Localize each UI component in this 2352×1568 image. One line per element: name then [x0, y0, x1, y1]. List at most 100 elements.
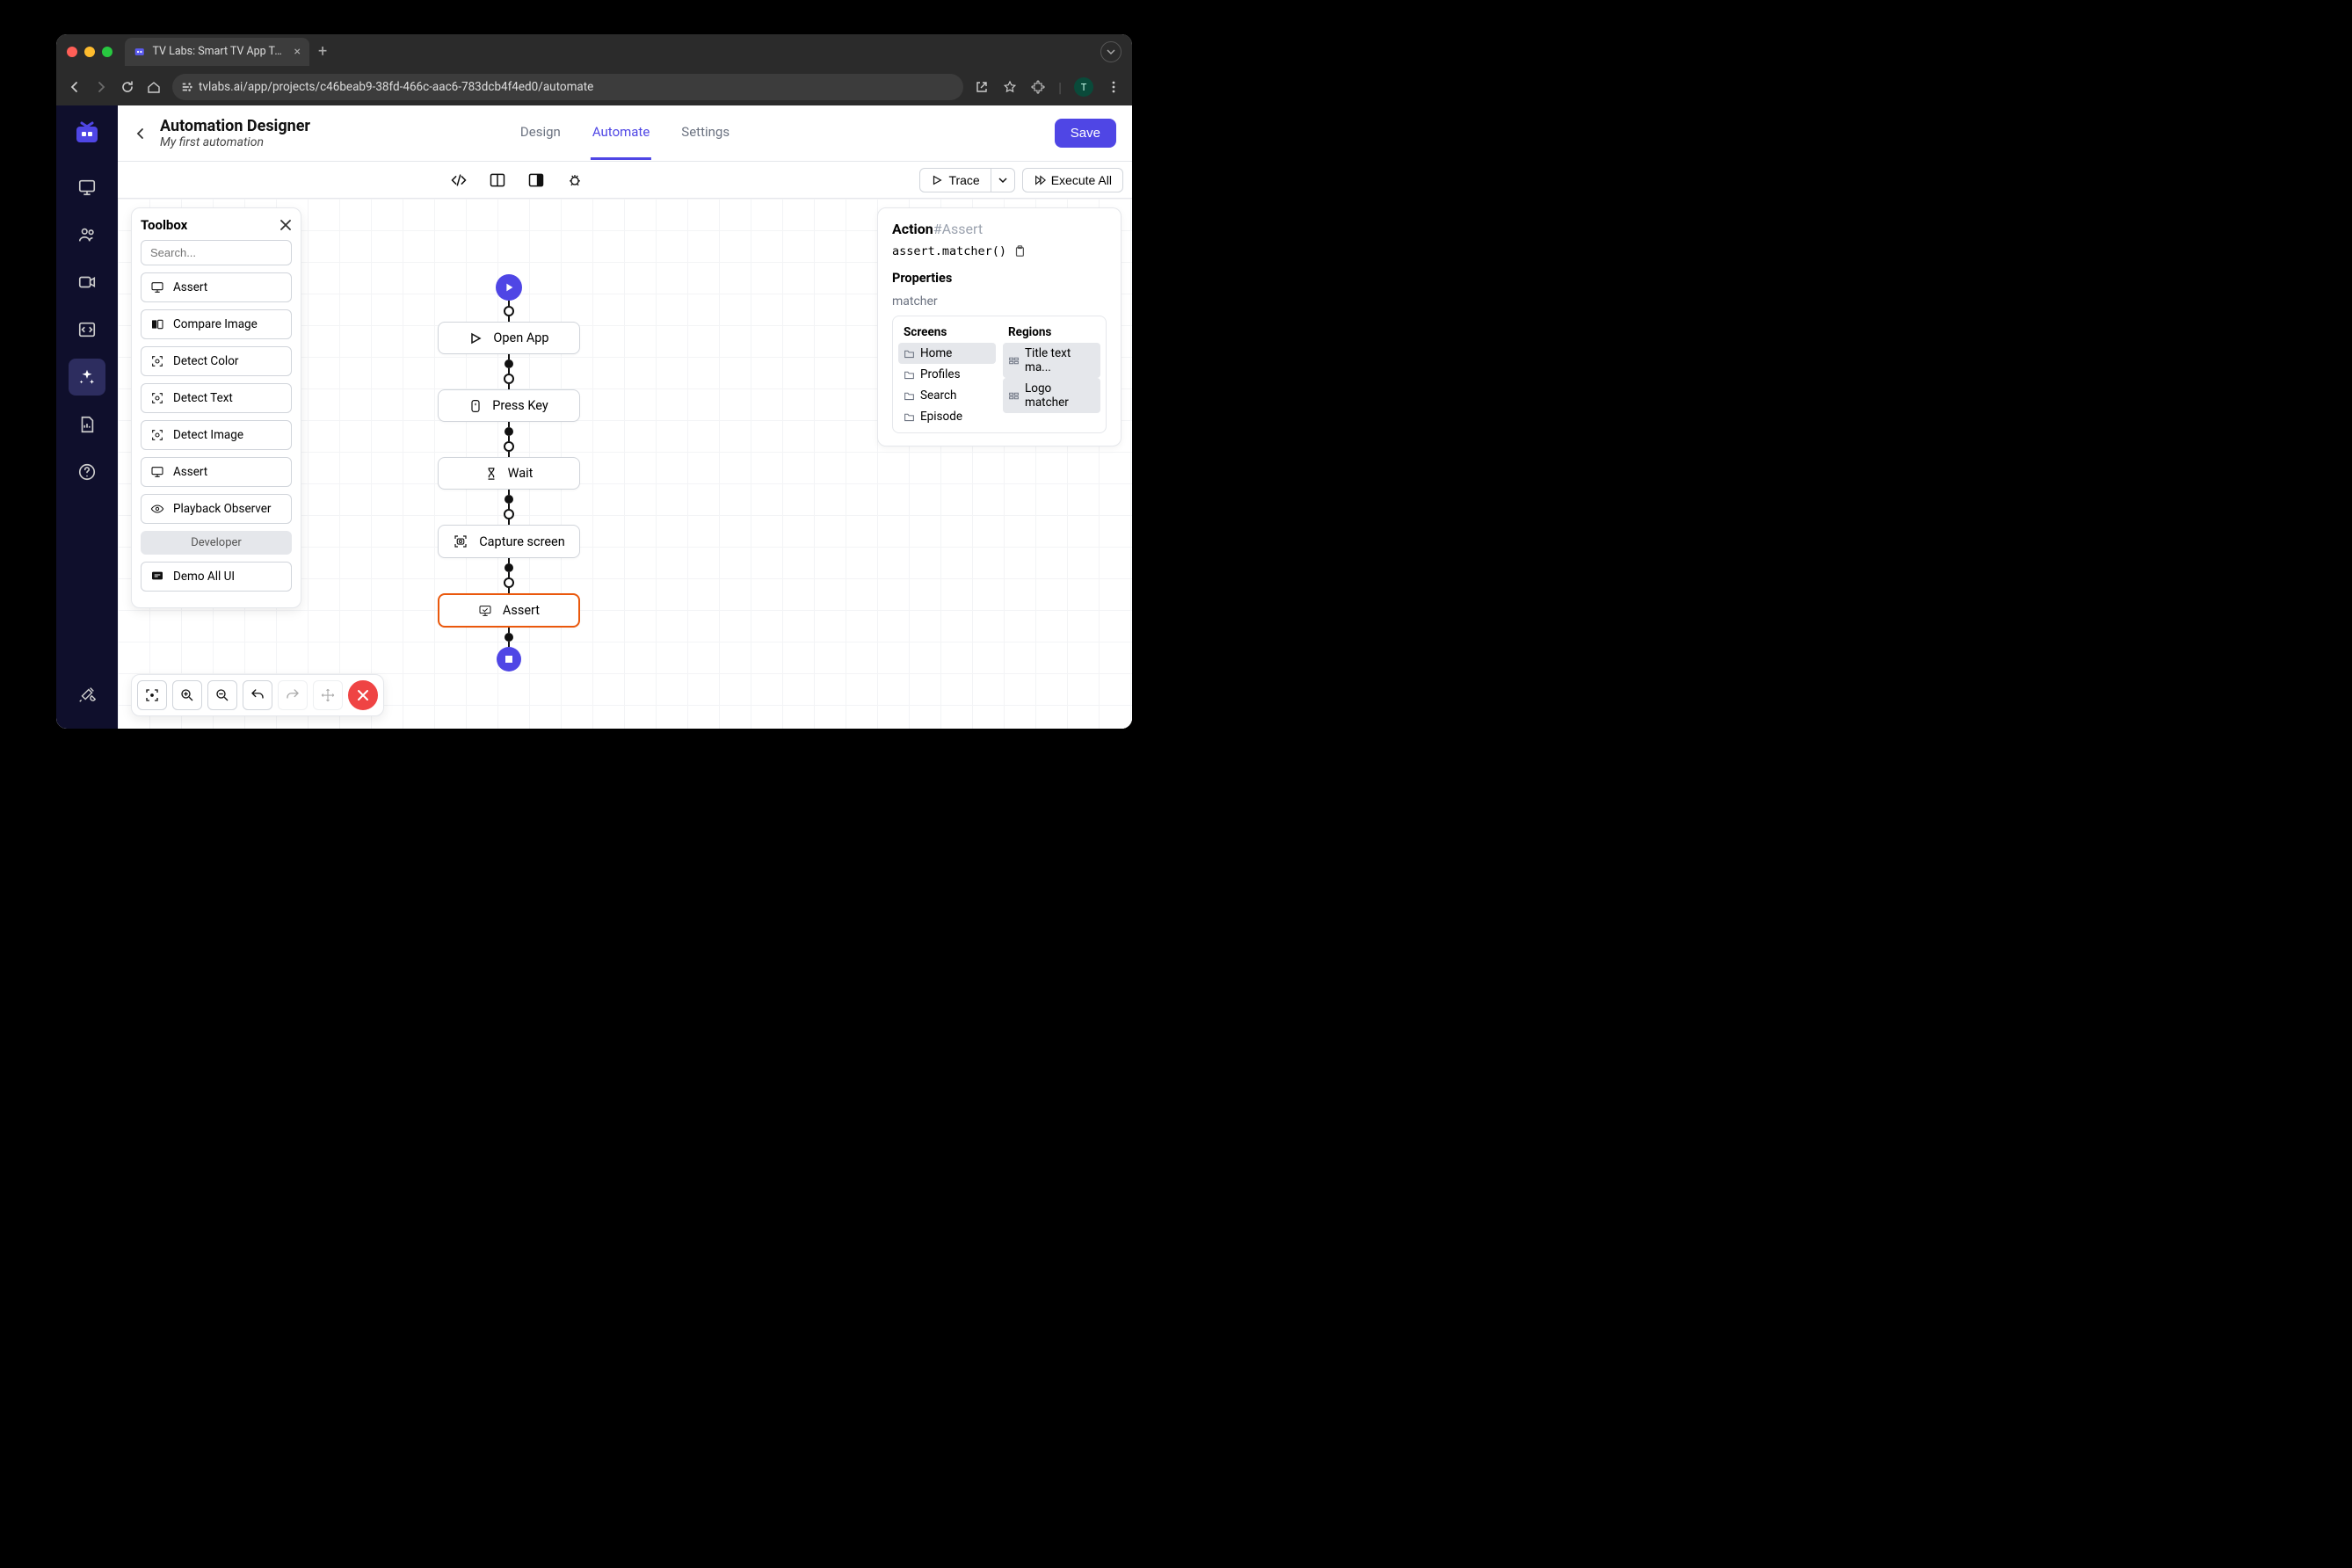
app-logo[interactable] [71, 118, 103, 149]
nav-forward-button[interactable] [93, 80, 109, 94]
sidebar-item-monitor[interactable] [69, 169, 105, 206]
key-icon [469, 399, 482, 413]
delete-button[interactable] [348, 680, 378, 710]
trace-dropdown[interactable] [991, 168, 1015, 192]
drag-button [313, 680, 343, 710]
copy-code-button[interactable] [1013, 245, 1026, 258]
browser-tab[interactable]: TV Labs: Smart TV App Testi × [125, 38, 309, 66]
flow-node[interactable]: Wait [438, 457, 580, 490]
folder-icon [904, 390, 915, 402]
flow-node[interactable]: Capture screen [438, 525, 580, 558]
sidebar-item-tools[interactable] [69, 676, 105, 713]
bookmark-button[interactable] [1002, 80, 1018, 94]
toolbar-code-view[interactable] [448, 170, 469, 191]
toolbox-item[interactable]: Detect Text [141, 383, 292, 413]
monitor-check-icon [478, 604, 492, 618]
new-tab-button[interactable]: + [318, 42, 327, 61]
canvas[interactable]: Toolbox AssertCompare ImageDetect ColorD… [118, 199, 1132, 729]
site-settings-icon[interactable] [181, 81, 193, 93]
sidebar-item-code[interactable] [69, 311, 105, 348]
region-label: Logo matcher [1025, 381, 1095, 410]
browser-menu-button[interactable] [1106, 80, 1122, 94]
toolbox-item[interactable]: Detect Color [141, 346, 292, 376]
flow-node[interactable]: Open App [438, 322, 580, 354]
window-close-icon[interactable] [67, 47, 77, 57]
tab-title: TV Labs: Smart TV App Testi [152, 45, 287, 58]
nav-reload-button[interactable] [120, 80, 135, 94]
screen-item[interactable]: Home [898, 343, 996, 364]
toolbar-debug[interactable] [564, 170, 585, 191]
region-label: Title text ma... [1025, 346, 1095, 374]
properties-code: assert.matcher() [892, 244, 1006, 258]
zoom-out-icon [214, 687, 230, 703]
camera-scan-icon [453, 534, 468, 549]
chevron-down-icon [1107, 47, 1115, 56]
app-sidebar [56, 105, 118, 729]
toolbox-item[interactable]: Playback Observer [141, 494, 292, 524]
url-input[interactable]: tvlabs.ai/app/projects/c46beab9-38fd-466… [172, 74, 963, 100]
sidebar-item-help[interactable] [69, 454, 105, 490]
tools-icon [77, 685, 97, 704]
flow-start-node[interactable] [496, 274, 522, 301]
close-icon [357, 689, 369, 701]
nav-back-button[interactable] [67, 80, 83, 94]
window-maximize-icon[interactable] [102, 47, 113, 57]
flow-end-node[interactable] [497, 647, 521, 671]
save-button[interactable]: Save [1055, 119, 1116, 148]
toolbar-panel-view[interactable] [526, 170, 547, 191]
folder-icon [904, 369, 915, 381]
regions-column: Regions Title text ma...Logo matcher [1003, 322, 1100, 427]
undo-button[interactable] [243, 680, 272, 710]
flow-node-label: Assert [503, 603, 540, 618]
tab-design[interactable]: Design [519, 106, 563, 160]
toolbox-item-demo[interactable]: Demo All UI [141, 562, 292, 592]
play-all-icon [1034, 174, 1046, 186]
reload-icon [120, 80, 134, 94]
eye-icon [150, 502, 164, 516]
toolbox-item[interactable]: Compare Image [141, 309, 292, 339]
play-outline-icon [931, 174, 943, 186]
redo-icon [285, 687, 301, 703]
tab-settings[interactable]: Settings [679, 106, 731, 160]
extensions-button[interactable] [1030, 80, 1046, 94]
tab-automate[interactable]: Automate [591, 106, 651, 160]
toolbox-search-input[interactable] [141, 240, 292, 265]
nav-home-button[interactable] [146, 80, 162, 94]
screens-column: Screens HomeProfilesSearchEpisode [898, 322, 996, 427]
open-external-button[interactable] [974, 80, 990, 94]
region-item[interactable]: Logo matcher [1003, 378, 1100, 413]
toolbox-item-label: Detect Color [173, 354, 238, 368]
toolbox-item[interactable]: Detect Image [141, 420, 292, 450]
properties-heading: Action [892, 221, 933, 237]
tabs-dropdown-button[interactable] [1100, 41, 1122, 62]
region-item[interactable]: Title text ma... [1003, 343, 1100, 378]
focus-icon [144, 687, 160, 703]
screen-item[interactable]: Profiles [898, 364, 996, 385]
execute-all-button[interactable]: Execute All [1022, 168, 1123, 192]
sidebar-item-video[interactable] [69, 264, 105, 301]
team-icon [77, 225, 97, 244]
external-link-icon [975, 80, 989, 94]
back-button[interactable] [134, 127, 148, 141]
fit-view-button[interactable] [137, 680, 167, 710]
flow-node[interactable]: Press Key [438, 389, 580, 422]
trace-button[interactable]: Trace [919, 168, 991, 192]
zoom-in-button[interactable] [172, 680, 202, 710]
toolbox-close-button[interactable] [279, 219, 292, 231]
tab-close-icon[interactable]: × [294, 45, 301, 59]
sidebar-item-reports[interactable] [69, 406, 105, 443]
flow-node[interactable]: Assert [438, 593, 580, 628]
profile-avatar[interactable]: T [1074, 77, 1093, 97]
toolbox-item[interactable]: Assert [141, 457, 292, 487]
traffic-lights [67, 47, 113, 57]
zoom-out-button[interactable] [207, 680, 237, 710]
screen-item[interactable]: Episode [898, 406, 996, 427]
compare-icon [150, 317, 164, 331]
toolbar-split-view[interactable] [487, 170, 508, 191]
window-minimize-icon[interactable] [84, 47, 95, 57]
screen-item[interactable]: Search [898, 385, 996, 406]
region-icon [1008, 355, 1020, 367]
sidebar-item-automate[interactable] [69, 359, 105, 396]
toolbox-item[interactable]: Assert [141, 272, 292, 302]
sidebar-item-team[interactable] [69, 216, 105, 253]
